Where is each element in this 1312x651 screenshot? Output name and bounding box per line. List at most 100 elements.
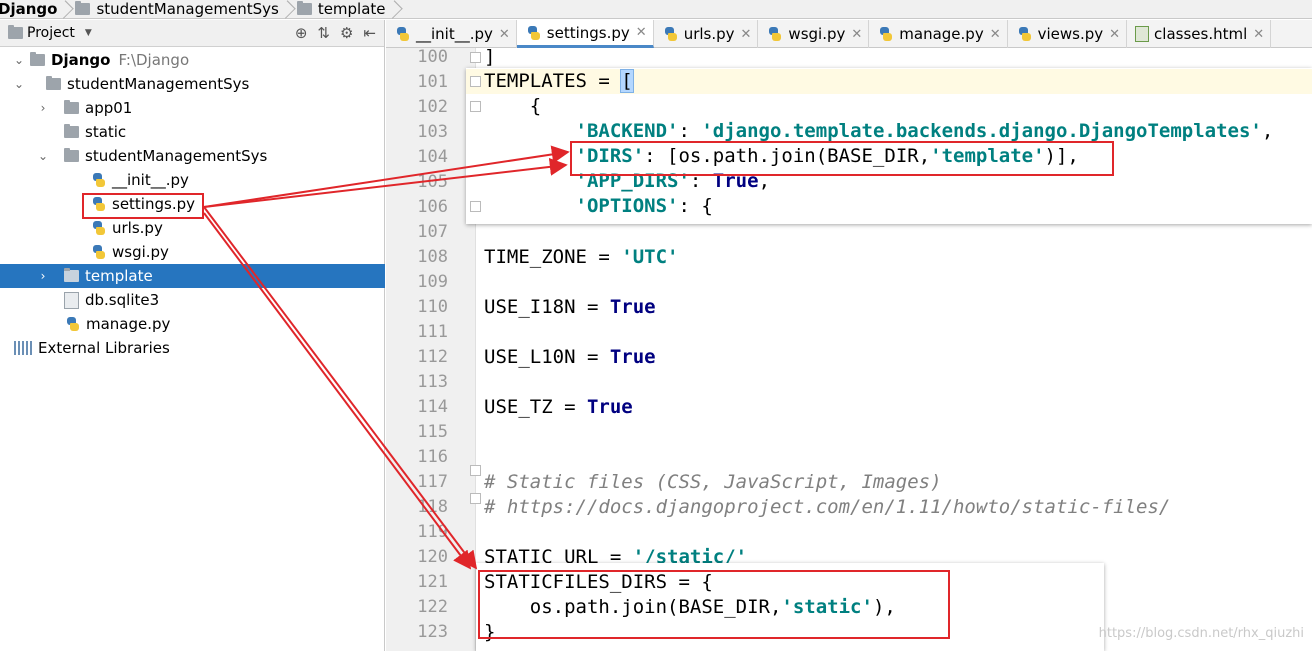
collapse-all-icon[interactable]: ⇅ [317, 24, 330, 42]
tree-item-init-py[interactable]: __init__.py [0, 168, 385, 192]
line-number: 118 [417, 497, 448, 517]
close-icon[interactable]: ✕ [499, 27, 510, 42]
watermark: https://blog.csdn.net/rhx_qiuzhi [1098, 626, 1304, 641]
fold-marker-icon[interactable] [470, 76, 481, 87]
tree-item-static[interactable]: static [0, 120, 385, 144]
python-file-icon [90, 172, 106, 188]
breadcrumb-separator-icon [390, 0, 398, 19]
fold-marker-icon[interactable] [470, 201, 481, 212]
line-number: 106 [417, 197, 448, 217]
tree-item-settings-py[interactable]: settings.py [0, 192, 385, 216]
project-panel-header: Project ▼ ⊕ ⇅ ⚙ ⇤ [0, 20, 384, 47]
code-line-123: } [484, 621, 496, 643]
close-icon[interactable]: ✕ [990, 27, 1001, 42]
line-number: 102 [417, 97, 448, 117]
fold-marker-icon[interactable] [470, 493, 481, 504]
tree-item-django-root[interactable]: ⌄ Django F:\Django [0, 48, 385, 72]
chevron-down-icon[interactable]: ⌄ [36, 149, 50, 163]
line-number: 117 [417, 472, 448, 492]
code-line-121: STATICFILES_DIRS = { [484, 571, 713, 593]
tree-item-manage-py[interactable]: manage.py [0, 312, 385, 336]
python-file-icon [1016, 26, 1032, 42]
chevron-down-icon[interactable]: ⌄ [12, 77, 26, 91]
line-number: 113 [417, 372, 448, 392]
line-number: 116 [417, 447, 448, 467]
folder-icon [64, 124, 79, 138]
folder-icon [75, 1, 91, 15]
breadcrumb-item-django[interactable]: Django [0, 0, 73, 19]
tab-classes-html[interactable]: classes.html ✕ [1127, 20, 1272, 48]
line-number: 101 [417, 72, 448, 92]
close-icon[interactable]: ✕ [741, 27, 752, 42]
python-file-icon [662, 26, 678, 42]
close-icon[interactable]: ✕ [636, 25, 647, 40]
code-line-112: USE_L10N = True [484, 346, 656, 368]
fold-marker-icon[interactable] [470, 101, 481, 112]
breadcrumb-separator-icon [61, 0, 69, 19]
fold-marker-icon[interactable] [470, 465, 481, 476]
code-line-118: # https://docs.djangoproject.com/en/1.11… [484, 496, 1171, 518]
library-icon [14, 341, 32, 355]
python-file-icon [90, 220, 106, 236]
chevron-down-icon[interactable]: ▼ [85, 28, 92, 38]
folder-icon [296, 1, 312, 15]
hide-panel-icon[interactable]: ⇤ [363, 24, 376, 42]
line-number: 110 [417, 297, 448, 317]
tree-item-app01[interactable]: › app01 [0, 96, 385, 120]
python-file-icon [877, 26, 893, 42]
code-line-105: 'APP_DIRS': True, [484, 170, 771, 192]
line-number: 115 [417, 422, 448, 442]
unknown-file-icon [64, 291, 79, 309]
breadcrumb-item-template[interactable]: template [295, 0, 402, 19]
tree-item-external-libraries[interactable]: External Libraries [0, 336, 385, 360]
breadcrumb-item-project[interactable]: studentManagementSys [73, 0, 294, 19]
tree-item-studentmanagementsys-package[interactable]: ⌄ studentManagementSys [0, 144, 385, 168]
chevron-right-icon[interactable]: › [36, 101, 50, 115]
fold-marker-icon[interactable] [470, 52, 481, 63]
locate-target-icon[interactable]: ⊕ [295, 24, 308, 42]
close-icon[interactable]: ✕ [1253, 27, 1264, 42]
tab-views-py[interactable]: views.py ✕ [1008, 20, 1128, 48]
line-number: 109 [417, 272, 448, 292]
code-line-103: 'BACKEND': 'django.template.backends.dja… [484, 120, 1274, 142]
templates-code-peek: TEMPLATES = [ { 'BACKEND': 'django.templ… [466, 68, 1312, 224]
code-line-122: os.path.join(BASE_DIR,'static'), [484, 596, 896, 618]
chevron-down-icon[interactable]: ⌄ [12, 53, 26, 67]
tab-manage-py[interactable]: manage.py ✕ [869, 20, 1008, 48]
folder-icon [46, 76, 61, 90]
close-icon[interactable]: ✕ [1109, 27, 1120, 42]
tree-item-db-sqlite3[interactable]: db.sqlite3 [0, 288, 385, 312]
line-number: 108 [417, 247, 448, 267]
breadcrumb-separator-icon [283, 0, 291, 19]
line-number: 100 [417, 47, 448, 67]
python-file-icon [64, 316, 80, 332]
tab-wsgi-py[interactable]: wsgi.py ✕ [758, 20, 870, 48]
tree-item-wsgi-py[interactable]: wsgi.py [0, 240, 385, 264]
tree-item-studentmanagementsys[interactable]: ⌄ studentManagementSys [0, 72, 385, 96]
folder-icon [30, 52, 45, 66]
line-number: 104 [417, 147, 448, 167]
html-file-icon [1135, 26, 1150, 42]
tree-item-template[interactable]: › template [0, 264, 385, 288]
line-number: 105 [417, 172, 448, 192]
line-number: 107 [417, 222, 448, 242]
project-view-icon [8, 25, 23, 39]
editor-tab-bar: __init__.py ✕ settings.py ✕ urls.py ✕ wsgi.… [386, 20, 1312, 48]
tab-init-py[interactable]: __init__.py ✕ [386, 20, 517, 48]
breadcrumb: Django studentManagementSys template [0, 0, 1312, 19]
tree-item-urls-py[interactable]: urls.py [0, 216, 385, 240]
tab-urls-py[interactable]: urls.py ✕ [654, 20, 759, 48]
code-line-106: 'OPTIONS': { [484, 195, 713, 217]
code-editor[interactable]: 100 101 102 103 104 105 106 107 108 109 … [386, 46, 1312, 651]
project-view-selector[interactable]: Project [27, 25, 75, 41]
tab-settings-py[interactable]: settings.py ✕ [516, 20, 654, 48]
code-line-108: TIME_ZONE = 'UTC' [484, 246, 679, 268]
gear-icon[interactable]: ⚙ [340, 24, 353, 42]
folder-icon [64, 268, 79, 282]
python-file-icon [766, 26, 782, 42]
chevron-right-icon[interactable]: › [36, 269, 50, 283]
code-line-102: { [484, 95, 542, 117]
project-panel: Project ▼ ⊕ ⇅ ⚙ ⇤ ⌄ Django F:\Django ⌄ s… [0, 20, 385, 651]
close-icon[interactable]: ✕ [851, 27, 862, 42]
line-number: 103 [417, 122, 448, 142]
